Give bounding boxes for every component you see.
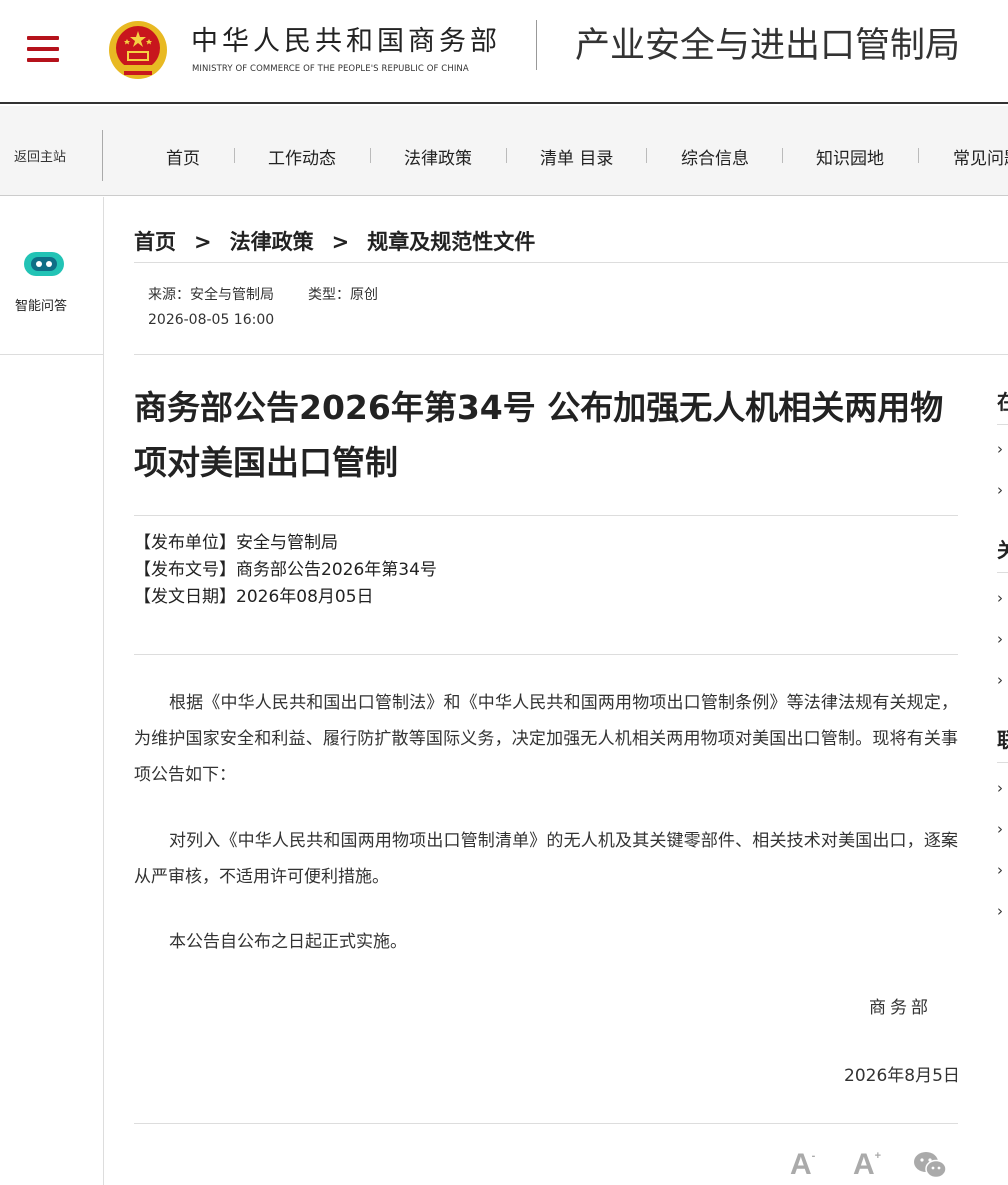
meta-type: 类型：原创 [308, 287, 378, 303]
article-paragraph: 根据《中华人民共和国出口管制法》和《中华人民共和国两用物项出口管制条例》等法律法… [134, 693, 958, 785]
article-paragraph: 本公告自公布之日起正式实施。 [169, 932, 407, 952]
right-column-link-arrow[interactable]: › [997, 481, 1003, 499]
meta-divider [134, 354, 1008, 355]
nav-separator [918, 148, 919, 163]
publish-info: 【发布单位】安全与管制局 【发布文号】商务部公告2026年第34号 【发文日期】… [134, 530, 437, 611]
breadcrumb-separator: > [331, 230, 350, 254]
meta-source: 来源：安全与管制局 [148, 287, 274, 303]
nav-item-knowledge[interactable]: 知识园地 [816, 144, 884, 169]
footer-divider [134, 1123, 958, 1124]
signature: 商务部 [869, 998, 932, 1018]
nav-separator [506, 148, 507, 163]
right-column-divider [997, 762, 1008, 763]
issue-date: 【发文日期】2026年08月05日 [134, 587, 374, 607]
left-rail: 智能问答 [0, 197, 104, 1185]
right-column-link-arrow[interactable]: › [997, 630, 1003, 648]
wechat-icon[interactable] [913, 1150, 947, 1180]
nav-item-faq[interactable]: 常见问题 [953, 144, 1008, 169]
info-divider [134, 654, 958, 655]
signature-date: 2026年8月5日 [844, 1066, 960, 1086]
breadcrumb-separator: > [194, 230, 212, 254]
right-column-link-arrow[interactable]: › [997, 902, 1003, 920]
nav-divider [102, 130, 103, 181]
nav-separator [234, 148, 235, 163]
right-column-divider [997, 572, 1008, 573]
article-meta: 来源：安全与管制局 类型：原创 [148, 284, 378, 304]
header-divider [536, 20, 537, 70]
nav-item-lists[interactable]: 清单 目录 [540, 144, 613, 169]
nav-item-home[interactable]: 首页 [166, 144, 200, 169]
back-home-link[interactable]: 返回主站 [14, 146, 66, 165]
breadcrumb-divider [134, 262, 1008, 263]
breadcrumb: 首页 > 法律政策 > 规章及规范性文件 [134, 226, 535, 256]
meta-datetime: 2026-08-05 16:00 [148, 312, 275, 328]
ministry-name-cn: 中华人民共和国商务部 [191, 26, 501, 57]
right-column-link-arrow[interactable]: › [997, 589, 1003, 607]
publisher: 【发布单位】安全与管制局 [134, 533, 338, 553]
article-paragraph: 对列入《中华人民共和国两用物项出口管制清单》的无人机及其关键零部件、相关技术对美… [134, 831, 958, 887]
rail-divider [0, 354, 103, 355]
menu-icon[interactable] [27, 36, 59, 62]
title-divider [134, 515, 958, 516]
bureau-title: 产业安全与进出口管制局 [575, 26, 961, 66]
right-column-link-arrow[interactable]: › [997, 779, 1003, 797]
right-column-link-arrow[interactable]: › [997, 861, 1003, 879]
smart-qa-label[interactable]: 智能问答 [15, 295, 67, 314]
main-nav: 返回主站 首页 工作动态 法律政策 清单 目录 综合信息 知识园地 常见问题 [0, 106, 1008, 196]
nav-item-law[interactable]: 法律政策 [404, 144, 472, 169]
document-number: 【发布文号】商务部公告2026年第34号 [134, 560, 437, 580]
font-increase-button[interactable]: A+ [853, 1148, 881, 1182]
national-emblem-icon [109, 21, 167, 79]
nav-item-info[interactable]: 综合信息 [681, 144, 749, 169]
article-title: 商务部公告2026年第34号 公布加强无人机相关两用物项对美国出口管制 [134, 388, 944, 482]
breadcrumb-home[interactable]: 首页 [134, 230, 176, 254]
site-header: 中华人民共和国商务部 MINISTRY OF COMMERCE OF THE P… [0, 0, 1008, 104]
breadcrumb-law[interactable]: 法律政策 [230, 230, 314, 254]
right-column-link-arrow[interactable]: › [997, 440, 1003, 458]
nav-separator [370, 148, 371, 163]
nav-item-news[interactable]: 工作动态 [268, 144, 336, 169]
ministry-name-en: MINISTRY OF COMMERCE OF THE PEOPLE'S REP… [192, 64, 469, 74]
font-decrease-button[interactable]: A- [790, 1148, 815, 1182]
robot-icon[interactable] [22, 249, 66, 279]
right-column-heading: 关 [997, 538, 1008, 562]
right-column-link-arrow[interactable]: › [997, 671, 1003, 689]
breadcrumb-rules[interactable]: 规章及规范性文件 [367, 230, 535, 254]
nav-separator [782, 148, 783, 163]
nav-separator [646, 148, 647, 163]
right-column-divider [997, 424, 1008, 425]
right-column-link-arrow[interactable]: › [997, 820, 1003, 838]
right-column-heading: 在 [997, 390, 1008, 414]
right-column-heading: 联 [997, 728, 1008, 752]
